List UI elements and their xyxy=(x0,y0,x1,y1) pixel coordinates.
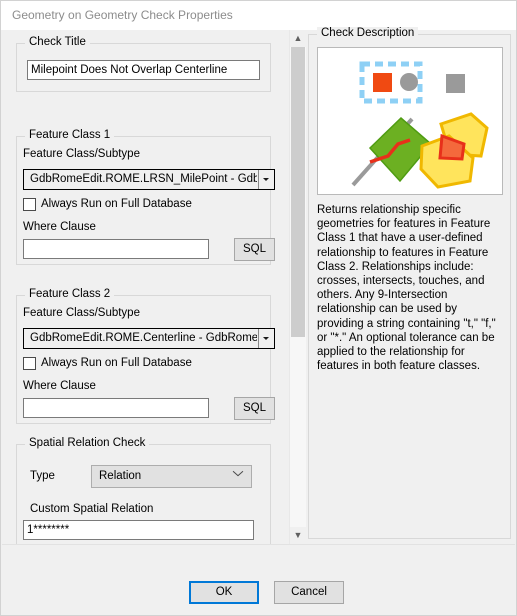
ok-button[interactable]: OK xyxy=(189,581,259,604)
fc1-always-run-checkbox-row[interactable]: Always Run on Full Database xyxy=(23,197,223,213)
fc1-sql-button[interactable]: SQL xyxy=(234,238,275,261)
geometry-relationship-illustration xyxy=(351,61,489,189)
fc1-subtype-combobox[interactable]: GdbRomeEdit.ROME.LRSN_MilePoint - Gdb xyxy=(23,169,275,190)
spatial-type-combobox[interactable]: Relation xyxy=(91,465,252,488)
window-title: Geometry on Geometry Check Properties xyxy=(12,8,233,22)
gray-square-icon xyxy=(446,74,465,93)
fc2-subtype-combobox[interactable]: GdbRomeEdit.ROME.Centerline - GdbRome xyxy=(23,328,275,349)
custom-spatial-relation-label: Custom Spatial Relation xyxy=(30,503,154,515)
cancel-button[interactable]: Cancel xyxy=(274,581,344,604)
check-title-input[interactable]: Milepoint Does Not Overlap Centerline xyxy=(27,60,260,80)
spatial-type-label: Type xyxy=(30,470,55,482)
check-description-group: Check Description Returns relationship s… xyxy=(308,27,511,539)
fc1-where-clause-input[interactable] xyxy=(23,239,209,259)
fc2-always-run-checkbox[interactable] xyxy=(23,357,36,370)
fc1-where-clause-label: Where Clause xyxy=(23,221,96,233)
fc2-where-clause-input[interactable] xyxy=(23,398,209,418)
spatial-type-value: Relation xyxy=(99,470,142,482)
check-title-legend: Check Title xyxy=(25,36,90,48)
scrollbar-thumb[interactable] xyxy=(291,47,305,337)
fc2-sql-button[interactable]: SQL xyxy=(234,397,275,420)
dialog-window: Geometry on Geometry Check Properties Ch… xyxy=(0,0,517,616)
fc1-subtype-value: GdbRomeEdit.ROME.LRSN_MilePoint - Gdb xyxy=(24,170,257,189)
gray-circle-icon xyxy=(400,73,418,91)
feature-class-1-legend: Feature Class 1 xyxy=(25,129,115,141)
fc1-subtype-label: Feature Class/Subtype xyxy=(23,148,140,160)
orange-square-icon xyxy=(373,73,392,92)
scroll-down-arrow-icon[interactable]: ▼ xyxy=(290,527,306,544)
check-description-text: Returns relationship specific geometries… xyxy=(317,204,496,373)
check-illustration xyxy=(317,47,503,195)
fc2-subtype-value: GdbRomeEdit.ROME.Centerline - GdbRome xyxy=(24,329,257,348)
chevron-down-icon[interactable] xyxy=(233,470,244,481)
fc2-always-run-label: Always Run on Full Database xyxy=(41,357,192,369)
fc1-always-run-label: Always Run on Full Database xyxy=(41,198,192,210)
check-description-legend: Check Description xyxy=(317,27,419,39)
fc2-where-clause-label: Where Clause xyxy=(23,380,96,392)
settings-scroll-panel: Check Title Milepoint Does Not Overlap C… xyxy=(2,30,291,544)
custom-spatial-relation-input[interactable]: 1******** xyxy=(23,520,254,540)
fc2-subtype-label: Feature Class/Subtype xyxy=(23,307,140,319)
fc1-always-run-checkbox[interactable] xyxy=(23,198,36,211)
title-bar: Geometry on Geometry Check Properties xyxy=(1,1,516,30)
spatial-relation-legend: Spatial Relation Check xyxy=(25,437,150,449)
fc2-always-run-checkbox-row[interactable]: Always Run on Full Database xyxy=(23,356,223,372)
chevron-down-icon[interactable] xyxy=(258,329,274,348)
settings-vertical-scrollbar[interactable]: ▲ ▼ xyxy=(289,30,306,544)
feature-class-2-legend: Feature Class 2 xyxy=(25,288,115,300)
scrollbar-track[interactable] xyxy=(290,47,306,527)
chevron-down-icon[interactable] xyxy=(258,170,274,189)
scroll-up-arrow-icon[interactable]: ▲ xyxy=(290,30,306,47)
dialog-footer: OK Cancel xyxy=(2,544,515,614)
